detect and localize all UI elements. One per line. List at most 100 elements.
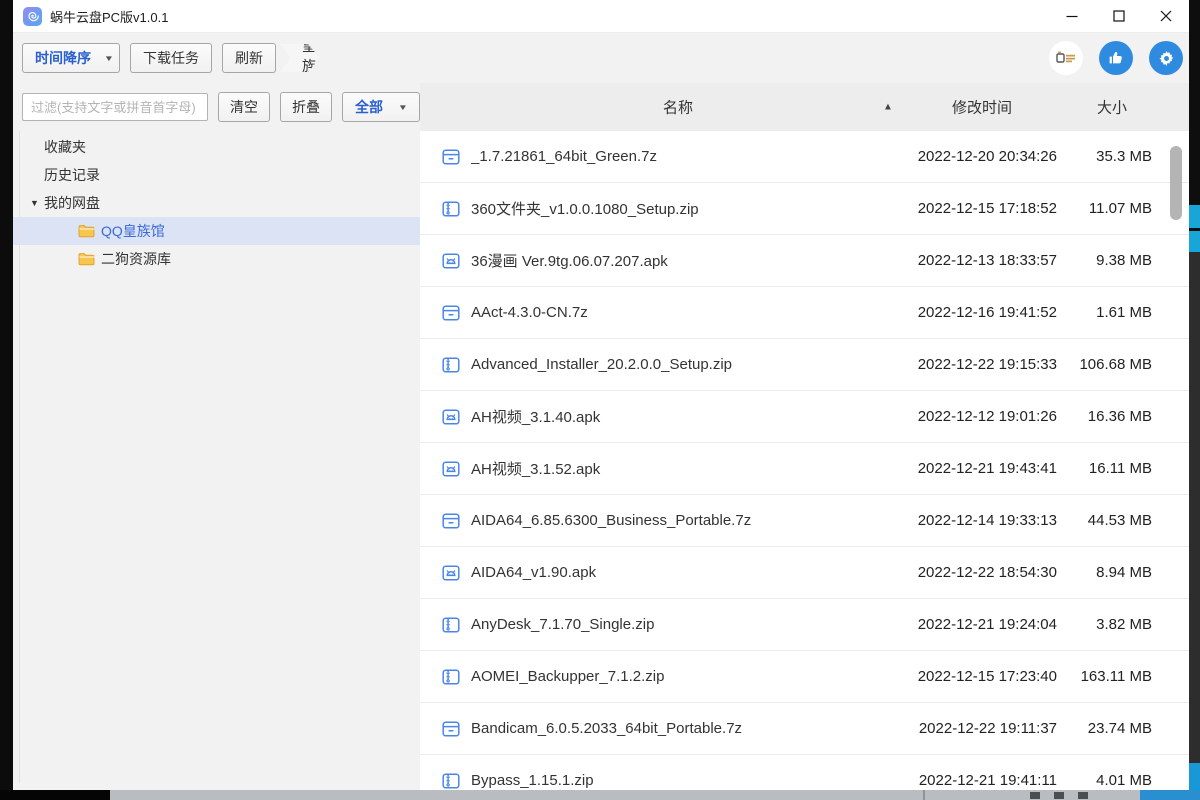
column-header-name[interactable]: 名称 xyxy=(663,97,693,118)
table-row[interactable]: AH视频_3.1.40.apk2022-12-12 19:01:2616.36 … xyxy=(420,391,1189,443)
table-row[interactable]: AnyDesk_7.1.70_Single.zip2022-12-21 19:2… xyxy=(420,599,1189,651)
sidebar-item-label: 历史记录 xyxy=(44,165,100,185)
sort-ascending-icon[interactable]: ▲ xyxy=(883,102,893,113)
table-row[interactable]: Advanced_Installer_20.2.0.0_Setup.zip202… xyxy=(420,339,1189,391)
table-row[interactable]: AOMEI_Backupper_7.1.2.zip2022-12-15 17:2… xyxy=(420,651,1189,703)
table-row[interactable]: AIDA64_6.85.6300_Business_Portable.7z202… xyxy=(420,495,1189,547)
desktop-background-left xyxy=(0,0,13,800)
app-logo-icon xyxy=(23,7,42,26)
file-modified-time: 2022-12-12 19:01:26 xyxy=(907,408,1057,425)
background-window-edge xyxy=(1189,252,1200,763)
file-modified-time: 2022-12-16 19:41:52 xyxy=(907,304,1057,321)
file-size: 163.11 MB xyxy=(1057,668,1189,685)
zip-file-icon xyxy=(441,615,461,635)
scrollbar-thumb[interactable] xyxy=(1170,146,1182,220)
file-modified-time: 2022-12-21 19:43:41 xyxy=(907,460,1057,477)
sidebar-item-label: 二狗资源库 xyxy=(101,249,171,269)
expand-triangle-icon[interactable]: ▼ xyxy=(30,198,44,208)
file-size: 1.61 MB xyxy=(1057,304,1189,321)
desktop-background-right xyxy=(1189,0,1200,800)
file-name: AH视频_3.1.40.apk xyxy=(471,406,907,427)
file-name: Bypass_1.15.1.zip xyxy=(471,772,907,789)
background-taskbar-marks xyxy=(1030,792,1096,799)
sidebar-item-我的网盘[interactable]: ▼我的网盘 xyxy=(13,189,420,217)
window-title: 蜗牛云盘PC版v1.0.1 xyxy=(50,7,168,26)
file-size: 106.68 MB xyxy=(1057,356,1189,373)
file-name: AnyDesk_7.1.70_Single.zip xyxy=(471,616,907,633)
background-window-accent xyxy=(1189,231,1200,252)
apk-file-icon xyxy=(441,407,461,427)
background-divider xyxy=(923,790,925,800)
table-row[interactable]: Bandicam_6.0.5.2033_64bit_Portable.7z202… xyxy=(420,703,1189,755)
filter-input[interactable] xyxy=(22,93,208,121)
main-body: 清空 折叠 全部 ▼ 收藏夹历史记录▼我的网盘QQ皇族馆二狗资源库 名称 ▲ 修… xyxy=(13,83,1189,790)
table-row[interactable]: AIDA64_v1.90.apk2022-12-22 18:54:308.94 … xyxy=(420,547,1189,599)
zip-file-icon xyxy=(441,667,461,687)
table-row[interactable]: 36漫画 Ver.9tg.06.07.207.apk2022-12-13 18:… xyxy=(420,235,1189,287)
file-name: 36漫画 Ver.9tg.06.07.207.apk xyxy=(471,250,907,271)
like-button[interactable] xyxy=(1099,41,1133,75)
file-name: Advanced_Installer_20.2.0.0_Setup.zip xyxy=(471,356,907,373)
column-header-size[interactable]: 大小 xyxy=(1097,97,1127,118)
file-modified-time: 2022-12-13 18:33:57 xyxy=(907,252,1057,269)
desktop-background-bottom xyxy=(0,790,1200,800)
file-name: _1.7.21861_64bit_Green.7z xyxy=(471,148,907,165)
file-modified-time: 2022-12-14 19:33:13 xyxy=(907,512,1057,529)
table-header: 名称 ▲ 修改时间 大小 xyxy=(420,83,1189,131)
sidebar-item-历史记录[interactable]: 历史记录 xyxy=(13,161,420,189)
refresh-button[interactable]: 刷新 xyxy=(222,43,276,73)
file-size: 9.38 MB xyxy=(1057,252,1189,269)
folder-icon xyxy=(78,252,95,266)
settings-button[interactable] xyxy=(1149,41,1183,75)
type-filter-label: 全部 xyxy=(355,97,383,117)
sidebar-item-label: QQ皇族馆 xyxy=(101,221,165,241)
maximize-button[interactable] xyxy=(1095,0,1142,32)
file-modified-time: 2022-12-21 19:24:04 xyxy=(907,616,1057,633)
file-modified-time: 2022-12-22 19:15:33 xyxy=(907,356,1057,373)
sidebar-item-label: 收藏夹 xyxy=(44,137,86,157)
apk-file-icon xyxy=(441,459,461,479)
table-row[interactable]: AAct-4.3.0-CN.7z2022-12-16 19:41:521.61 … xyxy=(420,287,1189,339)
column-header-modified[interactable]: 修改时间 xyxy=(952,97,1012,118)
file-name: 360文件夹_v1.0.0.1080_Setup.zip xyxy=(471,198,907,219)
sort-order-dropdown[interactable]: 时间降序 ▼ xyxy=(22,43,120,73)
sort-order-label: 时间降序 xyxy=(35,48,91,68)
file-modified-time: 2022-12-22 19:11:37 xyxy=(907,720,1057,737)
table-row[interactable]: AH视频_3.1.52.apk2022-12-21 19:43:4116.11 … xyxy=(420,443,1189,495)
table-row[interactable]: Bypass_1.15.1.zip2022-12-21 19:41:114.01… xyxy=(420,755,1189,790)
file-modified-time: 2022-12-21 19:41:11 xyxy=(907,772,1057,789)
chevron-down-icon: ▼ xyxy=(398,103,408,112)
file-modified-time: 2022-12-20 20:34:26 xyxy=(907,148,1057,165)
7z-file-icon xyxy=(441,147,461,167)
file-name: AIDA64_v1.90.apk xyxy=(471,564,907,581)
file-name: Bandicam_6.0.5.2033_64bit_Portable.7z xyxy=(471,720,907,737)
background-strip xyxy=(0,790,110,800)
download-tasks-button[interactable]: 下载任务 xyxy=(130,43,212,73)
7z-file-icon xyxy=(441,303,461,323)
minimize-button[interactable] xyxy=(1048,0,1095,32)
zip-file-icon xyxy=(441,355,461,375)
table-row[interactable]: _1.7.21861_64bit_Green.7z2022-12-20 20:3… xyxy=(420,131,1189,183)
folder-icon xyxy=(78,224,95,238)
file-modified-time: 2022-12-22 18:54:30 xyxy=(907,564,1057,581)
table-row[interactable]: 360文件夹_v1.0.0.1080_Setup.zip2022-12-15 1… xyxy=(420,183,1189,235)
file-size: 23.74 MB xyxy=(1057,720,1189,737)
folder-tree: 收藏夹历史记录▼我的网盘QQ皇族馆二狗资源库 xyxy=(13,131,420,790)
sidebar-item-二狗资源库[interactable]: 二狗资源库 xyxy=(13,245,420,273)
type-filter-dropdown[interactable]: 全部 ▼ xyxy=(342,92,420,122)
thumbs-up-icon xyxy=(1107,49,1125,67)
sidebar-item-label: 我的网盘 xyxy=(44,193,100,213)
close-button[interactable] xyxy=(1142,0,1189,32)
window-controls xyxy=(1048,0,1189,32)
file-table: 名称 ▲ 修改时间 大小 _1.7.21861_64bit_Green.7z20… xyxy=(420,83,1189,790)
file-size: 16.11 MB xyxy=(1057,460,1189,477)
sidebar-item-QQ皇族馆[interactable]: QQ皇族馆 xyxy=(13,217,420,245)
site-logo-avatar[interactable] xyxy=(1049,41,1083,75)
clear-filter-button[interactable]: 清空 xyxy=(218,92,270,122)
apk-file-icon xyxy=(441,251,461,271)
file-name: AAct-4.3.0-CN.7z xyxy=(471,304,907,321)
titlebar: 蜗牛云盘PC版v1.0.1 xyxy=(13,0,1189,33)
collapse-button[interactable]: 折叠 xyxy=(280,92,332,122)
sidebar-item-收藏夹[interactable]: 收藏夹 xyxy=(13,133,420,161)
file-modified-time: 2022-12-15 17:23:40 xyxy=(907,668,1057,685)
